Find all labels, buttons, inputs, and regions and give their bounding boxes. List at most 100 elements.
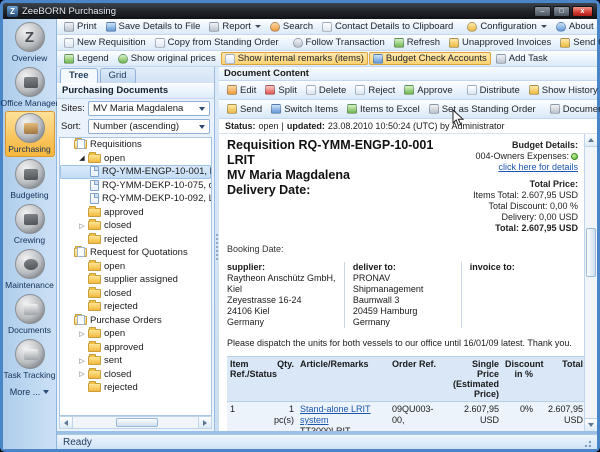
split-button[interactable]: Split: [261, 84, 300, 97]
article-link[interactable]: Stand-alone LRIT system: [300, 404, 371, 425]
collapsed-arrow-icon[interactable]: ▷: [76, 330, 88, 338]
tree-horizontal-scrollbar[interactable]: [59, 416, 212, 429]
sidebar-item-budgeting[interactable]: Budgeting: [5, 158, 55, 202]
folder-icon: [74, 140, 87, 149]
tree-item-closed[interactable]: closed: [60, 287, 211, 301]
sidebar-item-label: Crewing: [14, 235, 45, 245]
split-icon: [265, 85, 275, 95]
add-task-button[interactable]: Add Task: [492, 52, 552, 65]
tree-item-rejected[interactable]: rejected: [60, 233, 211, 247]
folder-icon: [88, 370, 101, 379]
follow-icon: [293, 38, 303, 48]
tree-item-closed[interactable]: ▷closed: [60, 368, 211, 382]
collapsed-arrow-icon[interactable]: ▷: [76, 222, 88, 230]
expanded-arrow-icon[interactable]: ◢: [76, 154, 88, 162]
tree-item-open[interactable]: ▷open: [60, 327, 211, 341]
dropdown-arrow-icon[interactable]: [196, 121, 207, 132]
folder-icon: [88, 356, 101, 365]
tree-item-open[interactable]: open: [60, 260, 211, 274]
folder-icon: [88, 302, 101, 311]
tab-tree[interactable]: Tree: [60, 68, 98, 83]
tree-item-open[interactable]: ◢open: [60, 152, 211, 166]
items-to-excel-button[interactable]: Items to Excel: [343, 103, 424, 116]
dropdown-arrow-icon[interactable]: [196, 103, 207, 114]
show-internal-remarks-toggle[interactable]: Show internal remarks (items): [221, 52, 368, 65]
delete-button[interactable]: Delete: [302, 84, 350, 97]
scroll-right-arrow[interactable]: [198, 417, 211, 428]
budget-details-link[interactable]: click here for details: [498, 162, 578, 172]
budget-details-header: Budget Details:: [473, 140, 578, 151]
switch-items-button[interactable]: Switch Items: [267, 103, 342, 116]
clipboard-icon: [322, 22, 332, 32]
sidebar-more-button[interactable]: More ...: [10, 387, 50, 397]
tree-item-closed[interactable]: ▷closed: [60, 219, 211, 233]
scroll-left-arrow[interactable]: [60, 417, 73, 428]
copy-from-standing-order-button[interactable]: Copy from Standing Order: [151, 36, 283, 49]
set-as-standing-order-button[interactable]: Set as Standing Order: [425, 103, 540, 116]
document-vertical-scrollbar[interactable]: [584, 134, 597, 431]
minimize-button[interactable]: –: [534, 6, 551, 17]
tree-item-requisitions[interactable]: Requisitions: [60, 138, 211, 152]
maximize-button[interactable]: □: [553, 6, 570, 17]
total-discount-line: Total Discount: 0,00 %: [473, 201, 578, 212]
collapsed-arrow-icon[interactable]: ▷: [76, 357, 88, 365]
tree-item-purchase-orders[interactable]: Purchase Orders: [60, 314, 211, 328]
scrollbar-thumb[interactable]: [116, 418, 159, 427]
budget-account-line: 004-Owners Expenses:: [473, 151, 578, 162]
print-button[interactable]: Print: [60, 20, 101, 33]
new-requisition-button[interactable]: New Requisition: [60, 36, 150, 49]
follow-transaction-button[interactable]: Follow Transaction: [289, 36, 389, 49]
main-toolbar-row2: New Requisition Copy from Standing Order…: [57, 35, 597, 51]
configuration-button[interactable]: Configuration: [463, 20, 551, 33]
tree-item-document[interactable]: RQ-YMM-DEKP-10-092, LRIT, 23.08.2010: [60, 192, 211, 206]
reject-button[interactable]: Reject: [351, 84, 399, 97]
search-button[interactable]: Search: [266, 20, 317, 33]
resize-grip[interactable]: [582, 438, 591, 447]
sites-select[interactable]: MV Maria Magdalena: [88, 101, 210, 116]
tab-grid[interactable]: Grid: [100, 68, 136, 83]
report-button[interactable]: Report: [205, 20, 265, 33]
tree-item-rejected[interactable]: rejected: [60, 300, 211, 314]
save-details-button[interactable]: Save Details to File: [102, 20, 205, 33]
save-icon: [106, 22, 116, 32]
close-button[interactable]: x: [572, 6, 593, 17]
scroll-up-arrow[interactable]: [585, 134, 597, 147]
delete-icon: [306, 85, 316, 95]
about-button[interactable]: About: [552, 20, 598, 33]
sidebar-item-overview[interactable]: Overview: [5, 21, 55, 65]
legend-button[interactable]: Legend: [60, 52, 113, 65]
documents-dropdown-button[interactable]: Documents: [546, 103, 600, 116]
tree-item-rejected[interactable]: rejected: [60, 381, 211, 395]
contact-details-button[interactable]: Contact Details to Clipboard: [318, 20, 457, 33]
refresh-button[interactable]: Refresh: [390, 36, 444, 49]
sort-select[interactable]: Number (ascending): [88, 119, 210, 134]
show-original-prices-button[interactable]: Show original prices: [114, 52, 220, 65]
approve-button[interactable]: Approve: [400, 84, 456, 97]
tree-item-document[interactable]: RQ-YMM-ENGP-10-001, LRIT, 23.08.2010: [60, 165, 211, 179]
collapsed-arrow-icon[interactable]: ▷: [76, 370, 88, 378]
scrollbar-thumb[interactable]: [586, 228, 596, 277]
tree-item-document[interactable]: RQ-YMM-DEKP-10-075, quarterly purch.: [60, 179, 211, 193]
items-table-header-row: Item Ref./Status Qty. Article/Remarks Or…: [227, 357, 584, 402]
budget-check-accounts-toggle[interactable]: Budget Check Accounts: [369, 52, 491, 65]
tree-item-request-for-quotations[interactable]: Request for Quotations: [60, 246, 211, 260]
distribute-button[interactable]: Distribute: [463, 84, 524, 97]
tree-item-supplier-assigned[interactable]: supplier assigned: [60, 273, 211, 287]
unapproved-invoices-button[interactable]: Unapproved Invoices: [445, 36, 555, 49]
tree-item-approved[interactable]: approved: [60, 206, 211, 220]
sidebar-item-office-manager[interactable]: Office Manager: [5, 66, 55, 110]
send-button[interactable]: Send: [223, 103, 266, 116]
sidebar-item-maintenance[interactable]: Maintenance: [5, 248, 55, 292]
title-bar[interactable]: Z ZeeBORN Purchasing – □ x: [3, 3, 597, 19]
tree-item-approved[interactable]: approved: [60, 341, 211, 355]
sidebar-item-task-tracking[interactable]: Task Tracking: [5, 338, 55, 382]
send-queue-button[interactable]: Send Queue: [556, 36, 600, 49]
sites-label: Sites:: [61, 103, 85, 114]
sidebar-item-crewing[interactable]: Crewing: [5, 203, 55, 247]
edit-button[interactable]: Edit: [223, 84, 260, 97]
show-history-button[interactable]: Show History: [525, 84, 600, 97]
tree-item-sent[interactable]: ▷sent: [60, 354, 211, 368]
scroll-down-arrow[interactable]: [585, 418, 597, 431]
sidebar-item-purchasing[interactable]: Purchasing: [5, 111, 55, 157]
sidebar-item-documents[interactable]: Documents: [5, 293, 55, 337]
